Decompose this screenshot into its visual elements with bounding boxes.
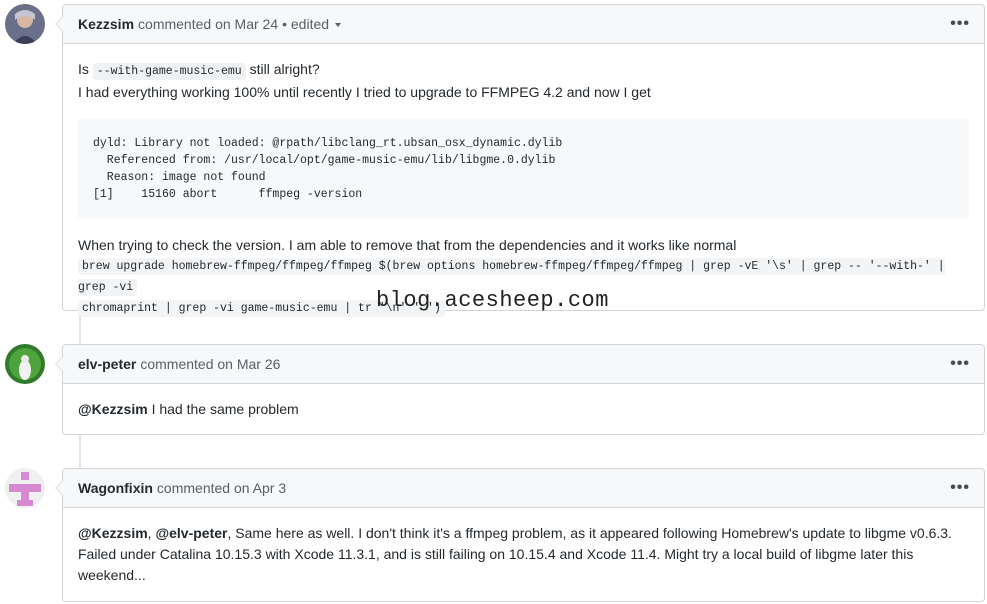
- author-link[interactable]: Kezzsim: [78, 16, 134, 32]
- body-line: When trying to check the version. I am a…: [78, 237, 737, 253]
- more-options-icon[interactable]: •••: [950, 15, 970, 33]
- comment-box: elv-peter commented on Mar 26 ••• @Kezzs…: [55, 344, 985, 435]
- watermark: blog.acesheep.com: [376, 288, 609, 313]
- body-line: @Kezzsim I had the same problem: [78, 399, 969, 420]
- avatar[interactable]: [5, 468, 45, 508]
- inline-code: --with-game-music-emu: [92, 63, 246, 80]
- caret-down-icon: [335, 23, 342, 28]
- comment-box: Kezzsim commented on Mar 24 • edited •••…: [55, 4, 985, 317]
- body-text: Is: [78, 61, 89, 77]
- body-line: I had everything working 100% until rece…: [78, 84, 651, 100]
- user-mention[interactable]: @Kezzsim: [78, 401, 148, 417]
- comment-header: Kezzsim commented on Mar 24 • edited •••: [63, 5, 984, 44]
- comment-body: Is --with-game-music-emu still alright? …: [63, 44, 984, 319]
- avatar[interactable]: [5, 4, 45, 44]
- user-mention[interactable]: @Kezzsim: [78, 525, 148, 541]
- body-text: ,: [147, 525, 152, 541]
- comment-header: elv-peter commented on Mar 26 •••: [63, 345, 984, 384]
- comment-body: @Kezzsim, @elv-peter, Same here as well.…: [63, 508, 984, 586]
- timeline-line: [79, 435, 81, 468]
- body-text: still alright?: [249, 61, 320, 77]
- code-block: dyld: Library not loaded: @rpath/libclan…: [78, 119, 969, 219]
- edited-dropdown[interactable]: • edited: [282, 16, 342, 32]
- comment-box: Wagonfixin commented on Apr 3 ••• @Kezzs…: [55, 468, 985, 602]
- body-line: @Kezzsim, @elv-peter, Same here as well.…: [78, 523, 969, 586]
- more-options-icon[interactable]: •••: [950, 479, 970, 497]
- body-line: Is --with-game-music-emu still alright?: [78, 59, 969, 82]
- edited-label: • edited: [282, 16, 330, 32]
- timestamp-link[interactable]: commented on Mar 26: [140, 356, 280, 372]
- more-options-icon[interactable]: •••: [950, 355, 970, 373]
- author-link[interactable]: Wagonfixin: [78, 480, 153, 496]
- comment-header: Wagonfixin commented on Apr 3 •••: [63, 469, 984, 508]
- timestamp-link[interactable]: commented on Mar 24: [138, 16, 278, 32]
- user-mention[interactable]: @elv-peter: [155, 525, 227, 541]
- comment-body: @Kezzsim I had the same problem: [63, 384, 984, 420]
- author-link[interactable]: elv-peter: [78, 356, 136, 372]
- avatar[interactable]: [5, 344, 45, 384]
- timestamp-link[interactable]: commented on Apr 3: [157, 480, 286, 496]
- body-text: I had the same problem: [151, 401, 299, 417]
